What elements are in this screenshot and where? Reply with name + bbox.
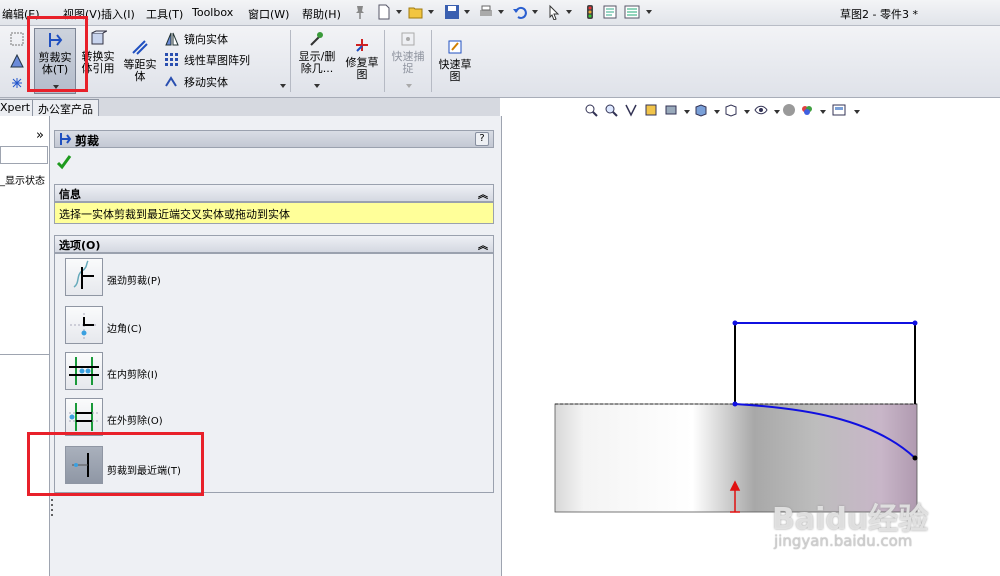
info-message: 选择一实体剪裁到最近端交叉实体或拖动到实体 bbox=[54, 202, 494, 224]
corner-trim-label[interactable]: 边角(C) bbox=[107, 320, 142, 335]
move-icon bbox=[165, 76, 177, 87]
print-icon[interactable] bbox=[478, 4, 494, 20]
save-icon[interactable] bbox=[444, 4, 460, 20]
grip-icon bbox=[51, 499, 53, 516]
triangle-icon[interactable] bbox=[10, 54, 24, 68]
quick-snaps-button[interactable]: 快速捕 捉 bbox=[388, 28, 428, 94]
tab-dimxpert[interactable]: Xpert bbox=[0, 99, 37, 116]
offset-icon bbox=[132, 40, 148, 55]
linear-pattern-button[interactable]: 线性草图阵列 bbox=[164, 51, 250, 69]
watermark-url: jingyan.baidu.com bbox=[774, 532, 913, 550]
chevron-down-icon[interactable] bbox=[396, 10, 402, 14]
sketch-tool-icon[interactable] bbox=[10, 32, 24, 46]
trim-icon bbox=[60, 133, 72, 145]
menu-tools[interactable]: 工具(T) bbox=[146, 6, 183, 22]
trim-property-manager: 剪裁 ? 信息 ︽ 选择一实体剪裁到最近端交叉实体或拖动到实体 选项(O) ︽ … bbox=[50, 116, 502, 576]
filter-input[interactable] bbox=[0, 146, 48, 164]
expand-panel-chevron[interactable]: » bbox=[36, 128, 44, 143]
power-trim-button[interactable] bbox=[65, 258, 103, 296]
chevron-down-icon bbox=[314, 84, 320, 88]
highlight-trim-closest-option bbox=[27, 432, 204, 496]
point-icon[interactable] bbox=[10, 76, 24, 90]
trim-inside-icon bbox=[69, 357, 99, 385]
info-section-header[interactable]: 信息 ︽ bbox=[54, 184, 494, 202]
rapid-sketch-icon bbox=[448, 40, 462, 54]
document-title: 草图2 - 零件3 * bbox=[840, 8, 918, 21]
offset-entities-button[interactable]: 等距实 体 bbox=[120, 28, 160, 94]
chevron-down-icon[interactable] bbox=[464, 10, 470, 14]
menu-window[interactable]: 窗口(W) bbox=[248, 6, 289, 22]
watermark-brand: Baidu经验 bbox=[772, 502, 929, 537]
feature-tree-panel: » _显示状态 bbox=[0, 116, 50, 576]
options-header-label: 选项(O) bbox=[59, 239, 101, 252]
new-document-icon[interactable] bbox=[376, 4, 392, 20]
move-entities-label: 移动实体 bbox=[184, 76, 228, 89]
pm-title: 剪裁 bbox=[75, 134, 100, 148]
chevron-down-icon[interactable] bbox=[498, 10, 504, 14]
pm-title-bar: 剪裁 ? bbox=[54, 130, 494, 148]
help-button[interactable]: ? bbox=[475, 132, 489, 146]
trim-outside-icon bbox=[69, 403, 99, 431]
chevron-down-icon[interactable] bbox=[428, 10, 434, 14]
display-state-item[interactable]: _显示状态 bbox=[0, 172, 45, 187]
menu-toolbox[interactable]: Toolbox bbox=[192, 6, 233, 19]
offset-entities-label: 等距实 体 bbox=[123, 58, 157, 83]
select-arrow-icon[interactable] bbox=[546, 4, 562, 20]
sketch-ribbon: 剪裁实 体(T) 转换实 体引用 等距实 体 镜向实体 线性草图阵列 移动实体 … bbox=[0, 26, 1000, 98]
tab-office-products[interactable]: 办公室产品 bbox=[32, 99, 99, 116]
rapid-sketch-button[interactable]: 快速草 图 bbox=[434, 28, 476, 94]
chevron-down-icon[interactable] bbox=[646, 10, 652, 14]
snap-icon bbox=[401, 32, 415, 46]
traffic-light-icon[interactable] bbox=[582, 4, 598, 20]
menu-insert[interactable]: 插入(I) bbox=[101, 6, 135, 22]
power-trim-label[interactable]: 强劲剪裁(P) bbox=[107, 272, 161, 287]
collapse-icon[interactable]: ︽ bbox=[478, 186, 488, 201]
display-delete-relations-button[interactable]: 显示/删 除几... bbox=[294, 28, 340, 94]
file-properties-icon[interactable] bbox=[602, 4, 618, 20]
trim-away-outside-button[interactable] bbox=[65, 398, 103, 436]
graphics-area[interactable]: Baidu经验 jingyan.baidu.com bbox=[502, 98, 1000, 576]
command-manager-tabs: Xpert 办公室产品 bbox=[0, 98, 500, 116]
options-icon[interactable] bbox=[624, 4, 640, 20]
open-folder-icon[interactable] bbox=[408, 4, 424, 20]
chevron-down-icon[interactable] bbox=[280, 84, 286, 88]
trim-away-inside-label[interactable]: 在内剪除(I) bbox=[107, 366, 158, 381]
panel-resize-grip[interactable] bbox=[50, 496, 54, 526]
panel-divider bbox=[0, 354, 50, 355]
repair-sketch-label: 修复草 图 bbox=[345, 56, 379, 81]
quick-snaps-label: 快速捕 捉 bbox=[391, 50, 425, 75]
mirror-icon bbox=[165, 32, 179, 46]
trim-away-inside-button[interactable] bbox=[65, 352, 103, 390]
trim-away-outside-label[interactable]: 在外剪除(O) bbox=[107, 412, 163, 427]
chevron-down-icon bbox=[406, 84, 412, 88]
ribbon-separator bbox=[384, 30, 385, 92]
menu-bar: 编辑(E) 视图(V) 插入(I) 工具(T) Toolbox 窗口(W) 帮助… bbox=[0, 0, 1000, 26]
options-section-header[interactable]: 选项(O) ︽ bbox=[54, 235, 494, 253]
repair-sketch-button[interactable]: 修复草 图 bbox=[342, 28, 382, 94]
power-trim-icon bbox=[73, 260, 94, 289]
undo-icon[interactable] bbox=[512, 4, 528, 20]
linear-pattern-icon bbox=[165, 53, 178, 66]
rapid-sketch-label: 快速草 图 bbox=[438, 58, 472, 83]
corner-trim-button[interactable] bbox=[65, 306, 103, 344]
pin-icon[interactable] bbox=[352, 4, 368, 20]
repair-icon bbox=[356, 39, 368, 52]
menu-help[interactable]: 帮助(H) bbox=[302, 6, 341, 22]
mirror-entities-button[interactable]: 镜向实体 bbox=[164, 30, 228, 48]
ribbon-separator bbox=[290, 30, 291, 92]
mirror-entities-label: 镜向实体 bbox=[184, 33, 228, 46]
chevron-down-icon[interactable] bbox=[532, 10, 538, 14]
convert-icon bbox=[91, 30, 108, 45]
collapse-icon[interactable]: ︽ bbox=[478, 237, 488, 252]
ribbon-separator bbox=[431, 30, 432, 92]
chevron-down-icon[interactable] bbox=[566, 10, 572, 14]
move-entities-button[interactable]: 移动实体 bbox=[164, 73, 228, 91]
relations-icon bbox=[310, 32, 323, 46]
info-header-label: 信息 bbox=[59, 188, 81, 201]
corner-trim-icon bbox=[70, 313, 96, 339]
linear-pattern-label: 线性草图阵列 bbox=[184, 54, 250, 67]
display-delete-relations-label: 显示/删 除几... bbox=[298, 50, 336, 75]
ok-checkmark-icon[interactable] bbox=[56, 154, 72, 170]
highlight-trim-tool bbox=[27, 16, 88, 92]
